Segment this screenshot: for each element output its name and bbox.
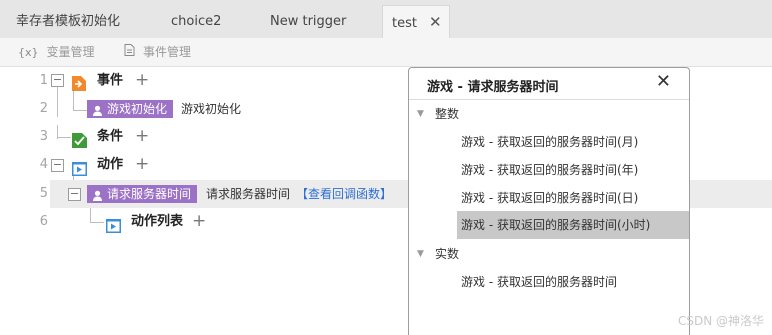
add-action-list-button[interactable]: +: [192, 207, 206, 235]
user-icon: [92, 103, 103, 116]
action-label: 动作: [97, 157, 124, 172]
tab-new-trigger[interactable]: New trigger: [270, 6, 346, 38]
variable-manager-label: 变量管理: [46, 45, 95, 59]
tab-survivor-template-init[interactable]: 幸存者模板初始化: [16, 6, 120, 38]
tab-choice2[interactable]: choice2: [171, 6, 221, 38]
line-number: 2: [39, 101, 48, 116]
expand-arrow-icon[interactable]: ▼: [417, 240, 424, 268]
list-item[interactable]: 游戏 - 获取返回的服务器时间: [457, 268, 689, 296]
expand-arrow-icon[interactable]: ▼: [417, 100, 424, 128]
line-number: 5: [39, 186, 48, 201]
event-description: 游戏初始化: [181, 102, 242, 116]
action-list-icon: [106, 215, 121, 233]
tab-bar: 幸存者模板初始化 choice2 New trigger test ✕: [0, 0, 772, 38]
list-item-selected[interactable]: 游戏 - 获取返回的服务器时间(小时): [457, 211, 689, 239]
condition-icon: [72, 130, 87, 148]
callback-popup: 游戏 - 请求服务器时间 ✕ ▼ 整数 游戏 - 获取返回的服务器时间(月) 游…: [408, 67, 690, 335]
group-label: 实数: [435, 247, 460, 261]
add-condition-button[interactable]: +: [135, 122, 149, 150]
event-label: 事件: [97, 73, 124, 88]
list-item[interactable]: 游戏 - 获取返回的服务器时间(月): [457, 128, 689, 156]
tab-test[interactable]: test ✕: [382, 5, 450, 38]
event-manager-label: 事件管理: [143, 45, 192, 59]
close-icon[interactable]: ✕: [429, 6, 442, 38]
group-real[interactable]: ▼ 实数: [409, 240, 689, 268]
variable-manager-button[interactable]: {x} 变量管理: [18, 38, 95, 66]
close-icon[interactable]: ✕: [656, 71, 671, 92]
add-event-button[interactable]: +: [135, 66, 149, 94]
popup-title: 游戏 - 请求服务器时间: [427, 80, 559, 95]
group-label: 整数: [435, 107, 460, 121]
toolbar: {x} 变量管理 事件管理: [0, 38, 772, 67]
event-tag[interactable]: 游戏初始化: [87, 100, 174, 118]
line-number: 1: [39, 73, 48, 88]
list-item[interactable]: 游戏 - 获取返回的服务器时间(日): [457, 184, 689, 212]
add-action-button[interactable]: +: [135, 150, 149, 178]
event-tag-label: 游戏初始化: [107, 102, 168, 116]
event-manager-button[interactable]: 事件管理: [124, 38, 191, 66]
line-number: 6: [39, 214, 48, 229]
document-icon: [124, 39, 135, 67]
event-icon: [72, 73, 86, 91]
action-list-label: 动作列表: [131, 214, 184, 229]
line-number: 3: [39, 129, 48, 144]
list-item[interactable]: 游戏 - 获取返回的服务器时间(年): [457, 156, 689, 184]
variable-icon: {x}: [18, 46, 39, 59]
group-integer[interactable]: ▼ 整数: [409, 100, 689, 128]
collapse-icon[interactable]: −: [51, 159, 64, 172]
watermark: CSDN @神洛华: [677, 314, 764, 328]
collapse-icon[interactable]: −: [51, 74, 64, 87]
condition-label: 条件: [97, 129, 124, 144]
action-icon: [72, 158, 87, 176]
tab-test-label: test: [392, 16, 417, 31]
line-number: 4: [39, 157, 48, 172]
